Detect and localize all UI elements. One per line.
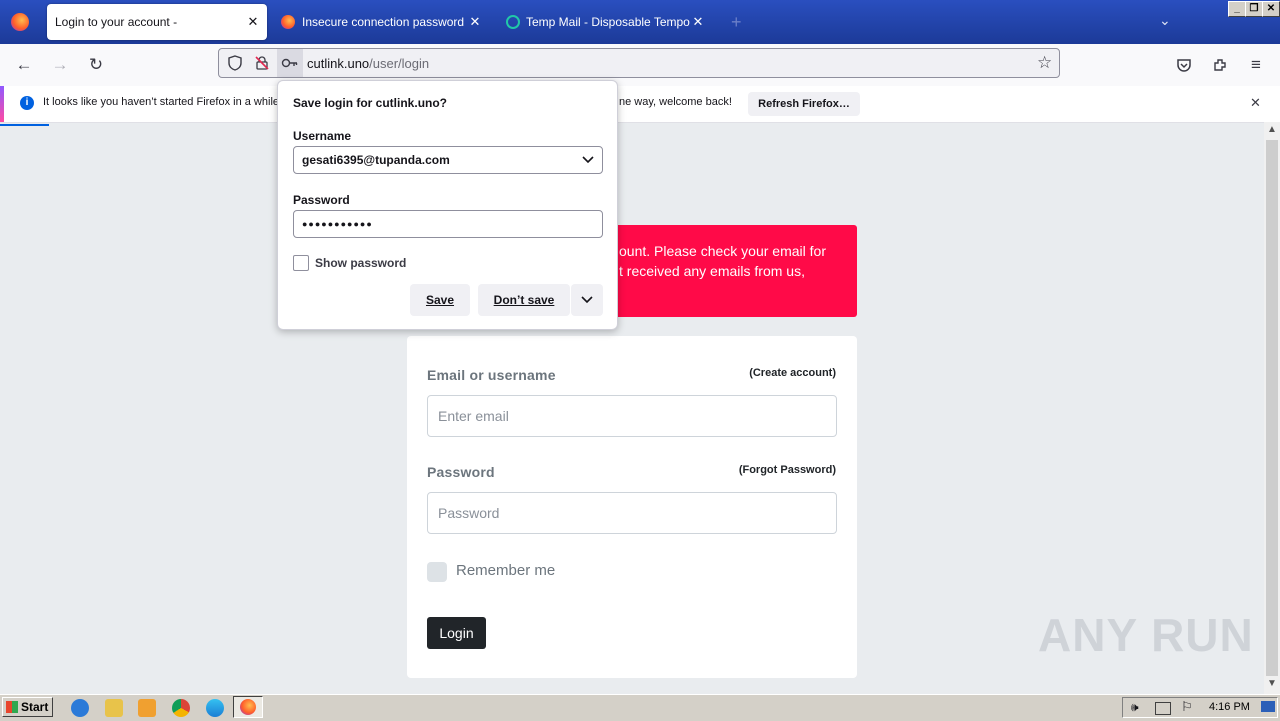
shield-icon[interactable]	[227, 55, 243, 74]
restore-button[interactable]: ❐	[1245, 1, 1263, 17]
email-label: Email or username	[427, 367, 556, 383]
username-label: Username	[293, 129, 352, 143]
tab-strip: Login to your account - ✕ Insecure conne…	[0, 0, 1280, 44]
hamburger-menu-icon[interactable]: ≡	[1246, 55, 1266, 75]
login-button[interactable]: Login	[427, 617, 486, 649]
save-button[interactable]: Save	[410, 284, 470, 316]
start-label: Start	[21, 700, 49, 714]
info-icon: i	[20, 96, 34, 110]
popup-title: Save login for cutlink.uno?	[293, 96, 448, 110]
email-input[interactable]: Enter email	[427, 395, 837, 437]
windows-logo-icon	[6, 701, 18, 713]
alert-line-1: ount. Please check your email for	[619, 243, 826, 259]
remember-me-label: Remember me	[456, 562, 556, 579]
url-bar[interactable]: cutlink.uno/user/login ☆	[218, 48, 1060, 78]
password-field[interactable]: ●●●●●●●●●●●	[293, 210, 603, 238]
username-value: gesati6395@tupanda.com	[302, 153, 450, 167]
password-input[interactable]: Password	[427, 492, 837, 534]
scroll-down-arrow-icon[interactable]: ▼	[1267, 678, 1277, 689]
notification-text-right: ne way, welcome back!	[619, 96, 732, 108]
internet-explorer-icon[interactable]	[71, 699, 89, 717]
url-path: /user/login	[369, 56, 430, 71]
anyrun-watermark: ANY RUN	[1038, 608, 1254, 662]
tab-insecure-connection[interactable]: Insecure connection password war ✕	[275, 4, 485, 40]
url-domain: cutlink.uno	[307, 56, 370, 71]
volume-icon[interactable]: 🕪	[1131, 700, 1139, 715]
bookmark-star-icon[interactable]: ☆	[1037, 53, 1052, 73]
close-tab-icon[interactable]: ✕	[467, 14, 483, 30]
edge-icon[interactable]	[206, 699, 224, 717]
minimize-button[interactable]: _	[1228, 1, 1246, 17]
create-account-link[interactable]: (Create account)	[749, 367, 836, 379]
chevron-down-icon[interactable]	[582, 147, 594, 182]
alert-line-2: t received any emails from us,	[619, 263, 805, 279]
firefox-taskbar-button[interactable]	[233, 696, 263, 718]
media-player-icon[interactable]	[138, 699, 156, 717]
login-card: Email or username (Create account) Enter…	[407, 336, 857, 678]
more-options-dropdown[interactable]	[571, 284, 603, 316]
key-icon[interactable]	[277, 49, 303, 77]
close-tab-icon[interactable]: ✕	[245, 14, 261, 30]
forgot-password-link[interactable]: (Forgot Password)	[739, 464, 836, 476]
dont-save-button[interactable]: Don’t save	[478, 284, 570, 316]
reload-icon[interactable]: ↻	[86, 55, 106, 75]
password-label: Password	[427, 464, 495, 480]
tab-title: Temp Mail - Disposable Temporary E	[526, 15, 690, 29]
password-label: Password	[293, 193, 350, 207]
show-desktop-icon[interactable]	[1261, 701, 1275, 712]
notification-accent-stripe	[0, 86, 4, 122]
save-login-popup: Save login for cutlink.uno? Username ges…	[277, 80, 618, 330]
file-explorer-icon[interactable]	[105, 699, 123, 717]
new-tab-button[interactable]: +	[731, 12, 742, 33]
username-field[interactable]: gesati6395@tupanda.com	[293, 146, 603, 174]
extensions-icon[interactable]	[1210, 55, 1230, 75]
notification-bar: i It looks like you haven’t started Fire…	[0, 86, 1280, 123]
refresh-firefox-button[interactable]: Refresh Firefox…	[748, 92, 860, 116]
firefox-tab-icon	[281, 15, 295, 29]
pocket-icon[interactable]	[1174, 55, 1194, 75]
scrollbar-thumb[interactable]	[1266, 140, 1278, 676]
show-password-checkbox[interactable]	[293, 255, 309, 271]
list-all-tabs-icon[interactable]: ⌄	[1159, 12, 1171, 29]
page-scrollbar[interactable]: ▲ ▼	[1264, 122, 1280, 694]
firefox-icon	[240, 699, 256, 715]
back-arrow-icon[interactable]: ←	[14, 55, 34, 75]
tab-temp-mail[interactable]: Temp Mail - Disposable Temporary E ✕	[500, 4, 710, 40]
remember-me-checkbox[interactable]	[427, 562, 447, 582]
start-button[interactable]: Start	[2, 697, 53, 717]
flag-icon[interactable]: ⚐	[1181, 699, 1193, 715]
close-notification-icon[interactable]: ✕	[1250, 95, 1261, 111]
firefox-menu-icon[interactable]	[11, 13, 29, 31]
close-tab-icon[interactable]: ✕	[690, 14, 706, 30]
tab-login[interactable]: Login to your account - ✕	[47, 4, 267, 40]
show-password-label: Show password	[315, 256, 407, 270]
page-load-progress	[0, 124, 49, 126]
chrome-icon[interactable]	[172, 699, 190, 717]
insecure-lock-icon[interactable]	[254, 55, 270, 74]
watermark-text: ANY RUN	[1038, 609, 1254, 661]
tab-title: Login to your account -	[55, 15, 178, 29]
scroll-up-arrow-icon[interactable]: ▲	[1267, 124, 1277, 135]
url-text[interactable]: cutlink.uno/user/login	[307, 56, 429, 71]
network-icon[interactable]	[1155, 702, 1171, 715]
notification-text-left: It looks like you haven’t started Firefo…	[43, 96, 280, 108]
close-window-button[interactable]: ✕	[1262, 1, 1280, 17]
clock: 4:16 PM	[1209, 701, 1250, 713]
forward-arrow-icon[interactable]: →	[50, 55, 70, 75]
system-tray: 🕪 ⚐ 4:16 PM	[1122, 697, 1278, 718]
windows-taskbar: Start 🕪 ⚐ 4:16 PM	[0, 694, 1280, 721]
chevron-down-icon	[581, 296, 593, 304]
temp-mail-tab-icon	[506, 15, 520, 29]
tab-title: Insecure connection password war	[302, 15, 467, 29]
